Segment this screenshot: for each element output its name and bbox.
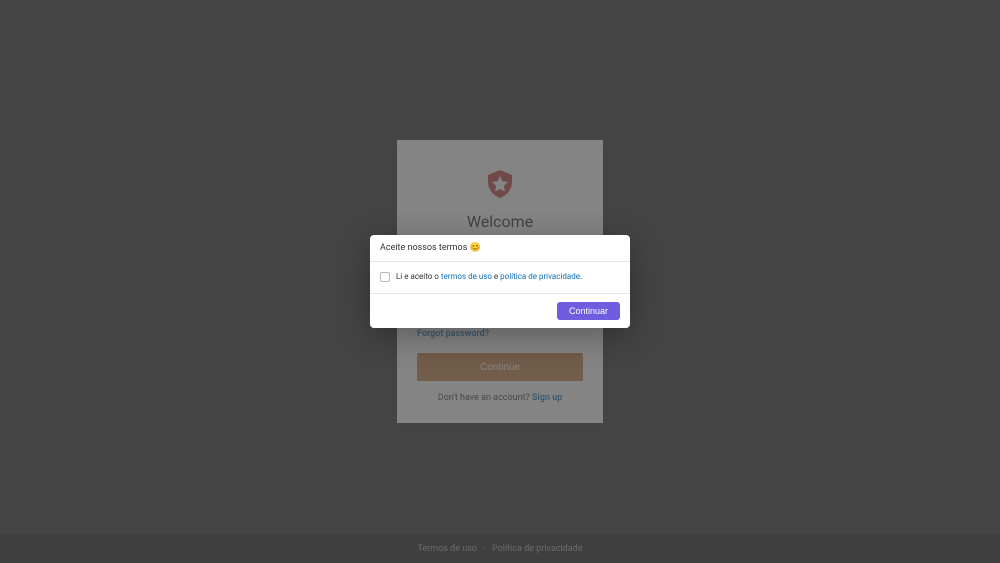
privacy-policy-link[interactable]: política de privacidade — [500, 272, 580, 281]
accept-prefix: Li e aceito o — [396, 272, 441, 281]
modal-header: Aceite nossos termos 😊 — [370, 235, 630, 262]
modal-body: Li e aceito o termos de uso e política d… — [370, 262, 630, 293]
period-text: . — [580, 272, 582, 281]
connector-text: e — [492, 272, 500, 281]
modal-continue-button[interactable]: Continuar — [557, 302, 620, 320]
accept-terms-text: Li e aceito o termos de uso e política d… — [396, 272, 582, 282]
modal-overlay: Aceite nossos termos 😊 Li e aceito o ter… — [0, 0, 1000, 563]
terms-modal: Aceite nossos termos 😊 Li e aceito o ter… — [370, 235, 630, 327]
accept-terms-checkbox[interactable] — [380, 272, 390, 282]
modal-footer: Continuar — [370, 294, 630, 328]
terms-of-use-link[interactable]: termos de uso — [441, 272, 492, 281]
